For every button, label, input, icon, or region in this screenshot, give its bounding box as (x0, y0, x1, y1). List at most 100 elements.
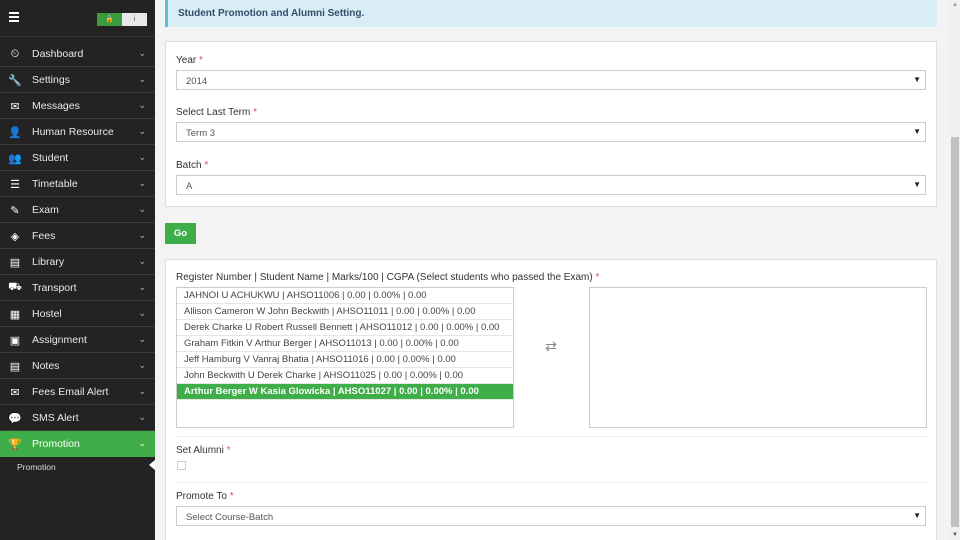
sidebar-item-label: Student (32, 152, 69, 164)
students-label: Register Number | Student Name | Marks/1… (176, 272, 600, 283)
envelope-icon: ✉ (10, 386, 20, 399)
year-select-value: 2014 (186, 76, 208, 87)
batch-label: Batch * (176, 160, 209, 171)
promotion-panel: Register Number | Student Name | Marks/1… (165, 259, 937, 540)
student-option[interactable]: Allison Cameron W John Beckwith | AHSO11… (177, 304, 513, 320)
divider (176, 482, 928, 483)
tag-icon: ◈ (10, 230, 20, 243)
sidebar-item-label: Human Resource (32, 126, 114, 138)
sidebar-item-label: SMS Alert (32, 412, 79, 424)
sidebar-item-label: Notes (32, 360, 60, 372)
list-icon: ▤ (9, 360, 21, 373)
user-icon: 👤 (8, 126, 22, 139)
file-icon: ▣ (9, 334, 21, 347)
sidebar-subitem-promotion[interactable]: Promotion (0, 457, 155, 472)
student-option[interactable]: JAHNOI U ACHUKWU | AHSO11006 | 0.00 | 0.… (177, 288, 513, 304)
page-header: Student Promotion and Alumni Setting. (165, 0, 937, 27)
sidebar-item-promotion[interactable]: 🏆 Promotion ⌄ (0, 431, 155, 457)
scroll-up-arrow-icon[interactable]: ▲ (950, 0, 960, 10)
chevron-down-icon: ⌄ (138, 74, 146, 84)
student-option[interactable]: Derek Charke U Robert Russell Bennett | … (177, 320, 513, 336)
main-content: Student Promotion and Alumni Setting. Ye… (155, 0, 950, 540)
sidebar-item-label: Settings (32, 74, 70, 86)
sidebar-item-timetable[interactable]: ☰ Timetable ⌄ (0, 171, 155, 197)
wrench-icon: 🔧 (8, 74, 22, 87)
sidebar-item-hostel[interactable]: ▦ Hostel ⌄ (0, 301, 155, 327)
batch-select-value: A (186, 181, 193, 192)
envelope-icon: ✉ (10, 100, 20, 113)
chevron-down-icon: ⌄ (138, 308, 146, 318)
promote-to-label: Promote To * (176, 491, 234, 502)
sidebar-item-label: Messages (32, 100, 80, 112)
set-alumni-checkbox[interactable] (177, 461, 186, 470)
sidebar-subitem-label: Promotion (17, 462, 56, 472)
student-option[interactable]: Jeff Hamburg V Vanraj Bhatia | AHSO11016… (177, 352, 513, 368)
sidebar-item-transport[interactable]: ⛟ Transport ⌄ (0, 275, 155, 301)
students-selected-list[interactable] (589, 287, 927, 428)
lock-button[interactable]: 🔒 (97, 13, 122, 26)
chevron-down-icon: ⌄ (138, 438, 146, 448)
promote-to-select[interactable]: Select Course-Batch ▼ (176, 506, 926, 526)
sidebar-item-label: Assignment (32, 334, 87, 346)
dashboard-icon: ⏲ (10, 47, 20, 60)
student-option[interactable]: Graham Fitkin V Arthur Berger | AHSO1101… (177, 336, 513, 352)
chevron-down-icon: ⌄ (138, 282, 146, 292)
sidebar-nav: ⏲ Dashboard ⌄ 🔧 Settings ⌄ ✉ Messages ⌄ 👤 Human Re… (0, 41, 155, 472)
sidebar: 🔒 i ⏲ Dashboard ⌄ 🔧 Settings ⌄ ✉ Messages ⌄ 👤 Huma… (0, 0, 155, 540)
info-icon: i (133, 16, 136, 23)
caret-down-icon: ▼ (913, 180, 921, 189)
sidebar-item-student[interactable]: 👥 Student ⌄ (0, 145, 155, 171)
chevron-down-icon: ⌄ (138, 334, 146, 344)
sidebar-item-notes[interactable]: ▤ Notes ⌄ (0, 353, 155, 379)
comment-icon: 💬 (8, 412, 22, 425)
book-icon: ▤ (9, 256, 21, 269)
batch-select[interactable]: A ▼ (176, 175, 926, 195)
sidebar-item-messages[interactable]: ✉ Messages ⌄ (0, 93, 155, 119)
last-term-select[interactable]: Term 3 ▼ (176, 122, 926, 142)
hamburger-menu-icon[interactable] (9, 12, 19, 22)
sidebar-item-assignment[interactable]: ▣ Assignment ⌄ (0, 327, 155, 353)
info-button[interactable]: i (122, 13, 147, 26)
last-term-select-value: Term 3 (186, 128, 216, 139)
caret-down-icon: ▼ (913, 127, 921, 136)
chevron-down-icon: ⌄ (138, 230, 146, 240)
swap-arrows-icon[interactable]: ⇄ (543, 339, 559, 353)
sidebar-item-settings[interactable]: 🔧 Settings ⌄ (0, 67, 155, 93)
chevron-down-icon: ⌄ (138, 204, 146, 214)
building-icon: ▦ (9, 308, 21, 321)
chevron-down-icon: ⌄ (138, 126, 146, 136)
promote-to-select-value: Select Course-Batch (186, 512, 274, 523)
sidebar-item-label: Hostel (32, 308, 62, 320)
chevron-down-icon: ⌄ (138, 360, 146, 370)
chevron-down-icon: ⌄ (138, 100, 146, 110)
sidebar-item-sms-alert[interactable]: 💬 SMS Alert ⌄ (0, 405, 155, 431)
year-select[interactable]: 2014 ▼ (176, 70, 926, 90)
go-button[interactable]: Go (165, 223, 196, 244)
caret-down-icon: ▼ (913, 511, 921, 520)
chevron-down-icon: ⌄ (138, 152, 146, 162)
scroll-down-arrow-icon[interactable]: ▼ (950, 530, 960, 540)
sidebar-item-label: Library (32, 256, 65, 268)
scrollbar-thumb[interactable] (951, 137, 959, 527)
chevron-down-icon: ⌄ (138, 178, 146, 188)
sidebar-item-label: Transport (32, 282, 77, 294)
sidebar-item-human-resource[interactable]: 👤 Human Resource ⌄ (0, 119, 155, 145)
sidebar-item-library[interactable]: ▤ Library ⌄ (0, 249, 155, 275)
sidebar-item-fees-email-alert[interactable]: ✉ Fees Email Alert ⌄ (0, 379, 155, 405)
students-source-list[interactable]: JAHNOI U ACHUKWU | AHSO11006 | 0.00 | 0.… (176, 287, 514, 428)
student-option[interactable]: Arthur Berger W Kasia Glowicka | AHSO110… (177, 384, 513, 400)
student-option[interactable]: John Beckwith U Derek Charke | AHSO11025… (177, 368, 513, 384)
caret-down-icon: ▼ (913, 75, 921, 84)
chevron-down-icon: ⌄ (138, 256, 146, 266)
lock-icon: 🔒 (105, 16, 114, 23)
sidebar-item-dashboard[interactable]: ⏲ Dashboard ⌄ (0, 41, 155, 67)
sidebar-item-label: Dashboard (32, 48, 84, 60)
sidebar-item-label: Fees (32, 230, 56, 242)
sidebar-item-label: Exam (32, 204, 59, 216)
sidebar-item-exam[interactable]: ✎ Exam ⌄ (0, 197, 155, 223)
chevron-down-icon: ⌄ (138, 386, 146, 396)
sidebar-item-fees[interactable]: ◈ Fees ⌄ (0, 223, 155, 249)
year-label: Year * (176, 55, 203, 66)
divider (176, 436, 928, 437)
page-scrollbar[interactable]: ▲ ▼ (950, 0, 960, 540)
